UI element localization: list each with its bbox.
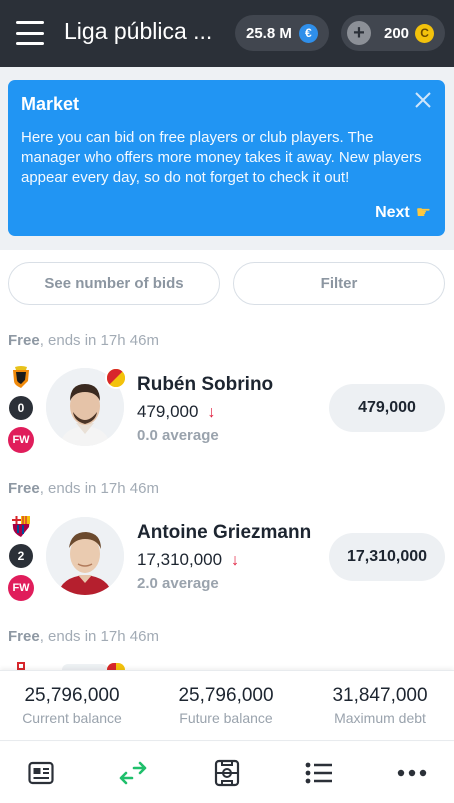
player-value: 17,310,000 ↓ xyxy=(137,550,240,569)
close-icon[interactable] xyxy=(413,90,433,110)
nationality-flag-icon xyxy=(105,367,127,389)
banner-text: Here you can bid on free players or club… xyxy=(21,129,422,186)
listing-status: Free, ends in 17h 46m xyxy=(8,332,159,349)
bid-count-badge: 0 xyxy=(9,396,33,420)
bid-button[interactable]: 17,310,000 xyxy=(329,533,445,581)
listing-status: Free, ends in 17h 46m xyxy=(8,480,159,497)
hamburger-menu-icon[interactable] xyxy=(16,21,44,45)
future-balance: 25,796,000 Future balance xyxy=(151,685,301,726)
euro-coin-icon: € xyxy=(298,23,318,43)
league-title[interactable]: Liga pública ... xyxy=(64,18,212,45)
player-name[interactable]: Antoine Griezmann xyxy=(137,522,311,544)
standings-list-icon[interactable] xyxy=(303,758,335,788)
bottom-navigation xyxy=(0,742,454,803)
market-info-banner: Market Here you can bid on free players … xyxy=(8,80,445,236)
news-icon[interactable] xyxy=(25,758,57,788)
player-average: 0.0 average xyxy=(137,427,219,444)
future-balance-label: Future balance xyxy=(179,710,273,726)
pointing-hand-icon: ☛ xyxy=(415,203,431,222)
trend-down-icon: ↓ xyxy=(207,404,216,421)
next-label: Next xyxy=(375,204,410,221)
filter-button[interactable]: Filter xyxy=(233,262,445,305)
top-bar: Liga pública ... 25.8 M € + 200 C xyxy=(0,0,454,67)
maximum-debt: 31,847,000 Maximum debt xyxy=(305,685,454,726)
balance-summary: 25,796,000 Current balance 25,796,000 Fu… xyxy=(0,670,454,741)
player-avatar[interactable] xyxy=(46,517,124,595)
see-bids-button[interactable]: See number of bids xyxy=(8,262,220,305)
maximum-debt-label: Maximum debt xyxy=(334,710,426,726)
market-transfer-icon[interactable] xyxy=(117,758,149,788)
player-name[interactable]: Rubén Sobrino xyxy=(137,374,273,396)
listing-status: Free, ends in 17h 46m xyxy=(8,628,159,645)
player-average: 2.0 average xyxy=(137,575,219,592)
current-balance-value: 25,796,000 xyxy=(24,685,120,706)
maximum-debt-value: 31,847,000 xyxy=(332,685,428,706)
add-coins-icon[interactable]: + xyxy=(347,21,371,45)
gold-coin-icon: C xyxy=(415,23,435,43)
more-dots-icon[interactable] xyxy=(396,758,428,788)
lineup-field-icon[interactable] xyxy=(211,758,243,788)
next-button[interactable]: Next ☛ xyxy=(375,203,431,223)
coins-pill[interactable]: + 200 C xyxy=(341,15,445,51)
position-badge: FW xyxy=(8,575,34,601)
player-value: 479,000 ↓ xyxy=(137,402,216,421)
barcelona-crest-icon xyxy=(12,516,30,537)
trend-down-icon: ↓ xyxy=(231,552,240,569)
player-photo xyxy=(46,517,124,595)
balance-amount: 25.8 M xyxy=(246,24,292,42)
future-balance-value: 25,796,000 xyxy=(178,685,274,706)
coins-amount: 200 xyxy=(384,24,410,42)
valencia-crest-icon xyxy=(13,366,29,388)
banner-title: Market xyxy=(21,94,80,114)
balance-pill[interactable]: 25.8 M € xyxy=(235,15,329,51)
banner-area: Market Here you can bid on free players … xyxy=(0,67,454,250)
current-balance-label: Current balance xyxy=(22,710,122,726)
position-badge: FW xyxy=(8,427,34,453)
nationality-flag-icon xyxy=(107,663,125,670)
bid-count-badge: 2 xyxy=(9,544,33,568)
bid-button[interactable]: 479,000 xyxy=(329,384,445,432)
team-crest-icon xyxy=(17,662,25,670)
current-balance: 25,796,000 Current balance xyxy=(0,685,147,726)
